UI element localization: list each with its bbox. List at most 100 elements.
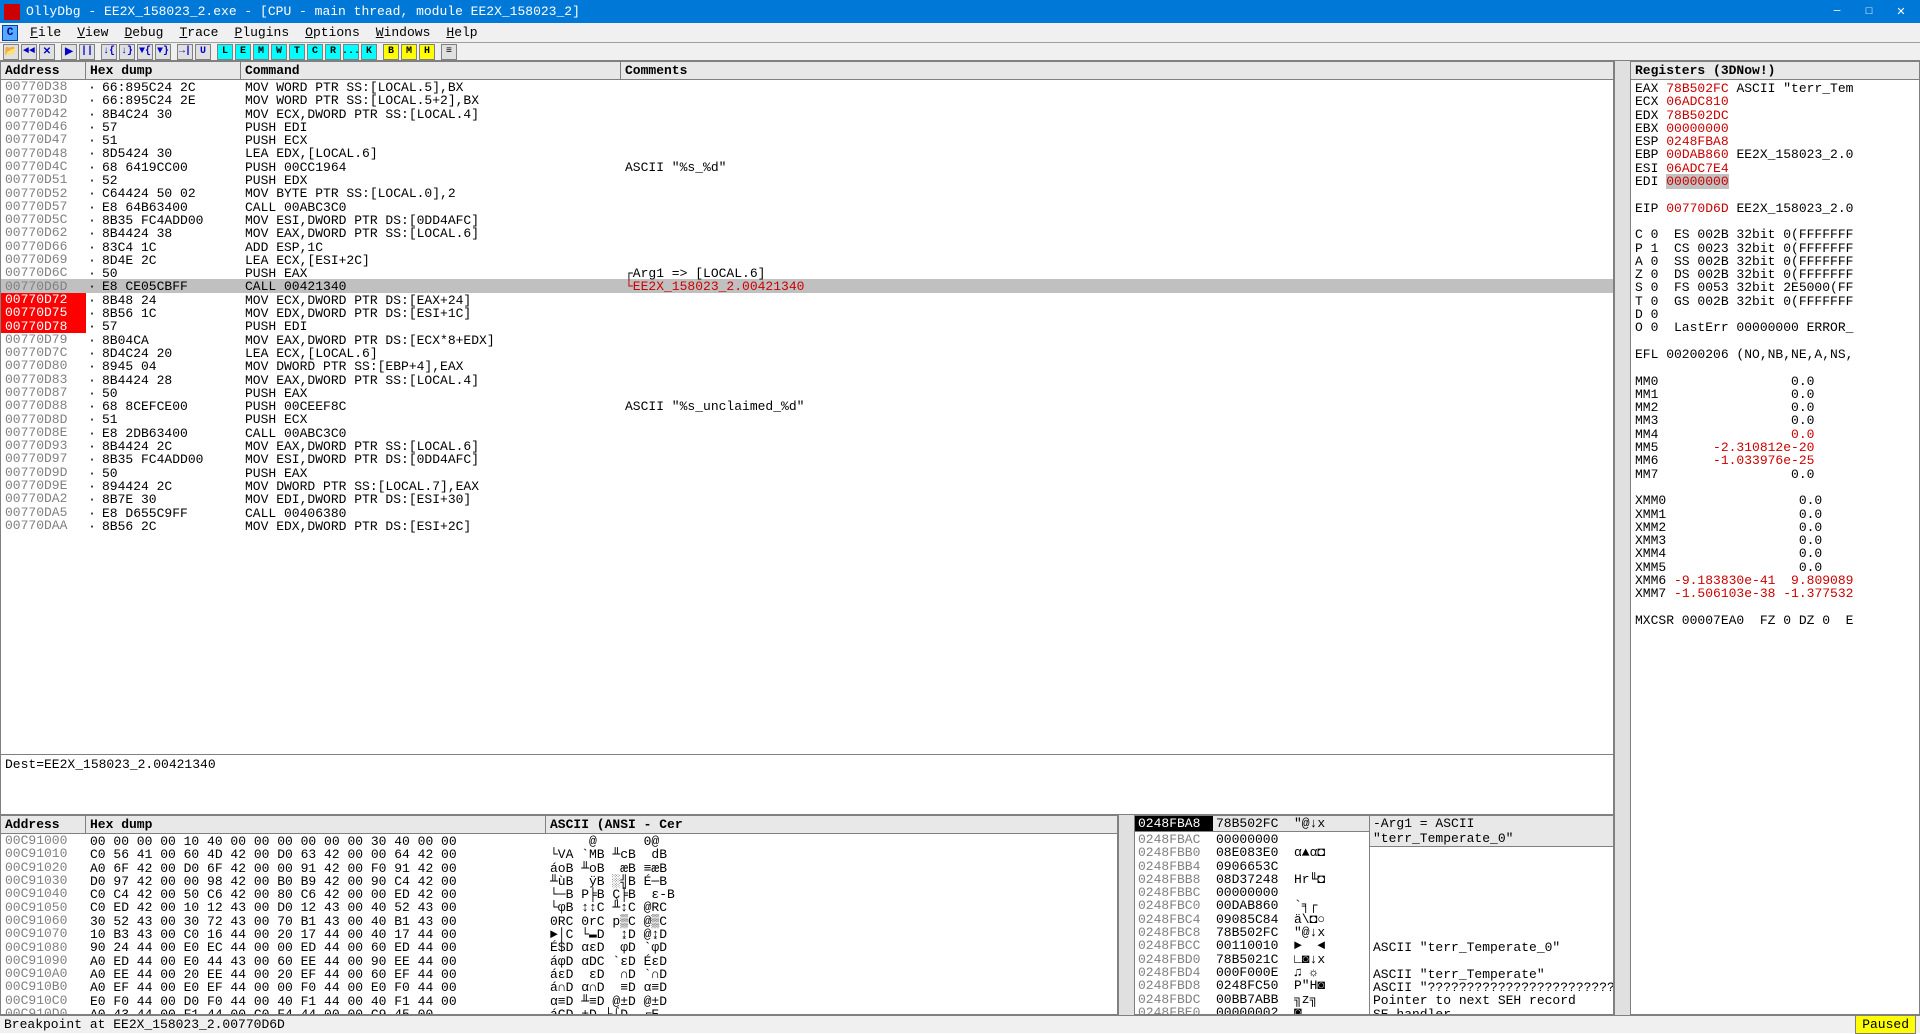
dump-header-ascii[interactable]: ASCII (ANSI - Cer — [546, 816, 1117, 833]
stack-row[interactable]: 0248FBB40906653C — [1135, 859, 1369, 872]
tb-options-icon[interactable]: ≡ — [441, 44, 457, 60]
col-header-command[interactable]: Command — [241, 62, 621, 79]
disasm-row[interactable]: 00770D97·8B35 FC4ADD00MOV ESI,DWORD PTR … — [1, 452, 1613, 465]
disasm-row[interactable]: 00770D3D·66:895C24 2EMOV WORD PTR SS:[LO… — [1, 93, 1613, 106]
disasm-row[interactable]: 00770D42·8B4C24 30MOV ECX,DWORD PTR SS:[… — [1, 107, 1613, 120]
cpu-disassembly-pane[interactable]: Address Hex dump Command Comments 00770D… — [0, 61, 1614, 815]
dump-row[interactable]: 00C9100000 00 00 00 10 40 00 00 00 00 00… — [1, 834, 1117, 847]
stack-row[interactable]: 0248FBE000000002◙ — [1135, 1005, 1369, 1014]
disasm-row[interactable]: 00770D6D·E8 CE05CBFFCALL 00421340└EE2X_1… — [1, 279, 1613, 292]
dump-row[interactable]: 00C91010C0 56 41 00 60 4D 42 00 D0 63 42… — [1, 847, 1117, 860]
stack-row[interactable]: 0248FBB008E083E0α▲α◘ — [1135, 845, 1369, 858]
menu-options[interactable]: Options — [297, 23, 368, 42]
dump-header-hex[interactable]: Hex dump — [86, 816, 546, 833]
minimize-button[interactable]: ─ — [1822, 2, 1852, 22]
dump-row[interactable]: 00C91040C0 C4 42 00 50 C6 42 00 80 C6 42… — [1, 887, 1117, 900]
tb-stepover-icon[interactable]: ↓} — [119, 44, 135, 60]
disasm-row[interactable]: 00770D9D·50PUSH EAX — [1, 466, 1613, 479]
dump-row[interactable]: 00C9107010 B3 43 00 C0 16 44 00 20 17 44… — [1, 927, 1117, 940]
tb-close-icon[interactable]: ✕ — [39, 44, 55, 60]
tb-pause-icon[interactable]: || — [79, 44, 95, 60]
dump-row[interactable]: 00C910B0A0 EF 44 00 E0 EF 44 00 00 F0 44… — [1, 980, 1117, 993]
menu-view[interactable]: View — [69, 23, 116, 42]
dump-row[interactable]: 00C91050C0 ED 42 00 10 12 43 00 D0 12 43… — [1, 900, 1117, 913]
disasm-row[interactable]: 00770D6C·50PUSH EAX┌Arg1 => [LOCAL.6] — [1, 266, 1613, 279]
dump-scrollbar[interactable] — [1118, 815, 1134, 1015]
menu-file[interactable]: File — [22, 23, 69, 42]
tb-traceover-icon[interactable]: ▼} — [155, 44, 171, 60]
tb-btn-m[interactable]: M — [253, 44, 269, 60]
stack-row[interactable]: 0248FBCC00110010► ◄ — [1135, 938, 1369, 951]
stack-row[interactable]: 0248FBC878B502FC"@↓x — [1135, 925, 1369, 938]
registers-pane[interactable]: Registers (3DNow!) EAX 78B502FC ASCII "t… — [1630, 61, 1920, 1015]
stack-row[interactable]: 0248FBAC00000000 — [1135, 832, 1369, 845]
menu-windows[interactable]: Windows — [368, 23, 439, 42]
disasm-row[interactable]: 00770DA2·8B7E 30MOV EDI,DWORD PTR DS:[ES… — [1, 492, 1613, 505]
disasm-row[interactable]: 00770D48·8D5424 30LEA EDX,[LOCAL.6] — [1, 146, 1613, 159]
disasm-row[interactable]: 00770DAA·8B56 2CMOV EDX,DWORD PTR DS:[ES… — [1, 519, 1613, 532]
tb-btn-e[interactable]: E — [235, 44, 251, 60]
disasm-row[interactable]: 00770D66·83C4 1CADD ESP,1C — [1, 240, 1613, 253]
tb-btn-c[interactable]: C — [307, 44, 323, 60]
disasm-row[interactable]: 00770D7C·8D4C24 20LEA ECX,[LOCAL.6] — [1, 346, 1613, 359]
stack-row[interactable]: 0248FBD078B5021C∟◙↓x — [1135, 952, 1369, 965]
disasm-row[interactable]: 00770D93·8B4424 2CMOV EAX,DWORD PTR SS:[… — [1, 439, 1613, 452]
stack-row[interactable]: 0248FBDC00BB7ABB╗z╗ — [1135, 992, 1369, 1005]
tb-btn-l[interactable]: L — [217, 44, 233, 60]
tb-btn-...[interactable]: ... — [343, 44, 359, 60]
tb-btn-h[interactable]: H — [419, 44, 435, 60]
disasm-row[interactable]: 00770D80·8945 04MOV DWORD PTR SS:[EBP+4]… — [1, 359, 1613, 372]
stack-row[interactable]: 0248FBD80248FC50P"H◙ — [1135, 978, 1369, 991]
col-header-hexdump[interactable]: Hex dump — [86, 62, 241, 79]
dump-row[interactable]: 00C91090A0 ED 44 00 E0 44 43 00 60 EE 44… — [1, 954, 1117, 967]
mdi-icon[interactable]: C — [2, 25, 18, 41]
stack-row[interactable]: 0248FBC000DAB860`╕┌ — [1135, 898, 1369, 911]
disasm-row[interactable]: 00770D87·50PUSH EAX — [1, 386, 1613, 399]
tb-run-icon[interactable]: ▶ — [61, 44, 77, 60]
stack-row[interactable]: 0248FBD4000F000E♫ ☼ — [1135, 965, 1369, 978]
disasm-row[interactable]: 00770D47·51PUSH ECX — [1, 133, 1613, 146]
menu-plugins[interactable]: Plugins — [227, 23, 298, 42]
disasm-row[interactable]: 00770D8D·51PUSH ECX — [1, 412, 1613, 425]
dump-row[interactable]: 00C9106030 52 43 00 30 72 43 00 70 B1 43… — [1, 914, 1117, 927]
disasm-row[interactable]: 00770D8E·E8 2DB63400CALL 00ABC3C0 — [1, 426, 1613, 439]
disasm-row[interactable]: 00770D51·52PUSH EDX — [1, 173, 1613, 186]
stack-pane[interactable]: 0248FBA8 78B502FC "@↓x 0248FBAC000000000… — [1134, 815, 1614, 1015]
disasm-row[interactable]: 00770D62·8B4424 38MOV EAX,DWORD PTR SS:[… — [1, 226, 1613, 239]
tb-btn-k[interactable]: K — [361, 44, 377, 60]
disasm-row[interactable]: 00770D5C·8B35 FC4ADD00MOV ESI,DWORD PTR … — [1, 213, 1613, 226]
dump-row[interactable]: 00C9108090 24 44 00 E0 EC 44 00 00 ED 44… — [1, 940, 1117, 953]
stack-row[interactable]: 0248FBB808D37248Hr╙◘ — [1135, 872, 1369, 885]
cpu-scrollbar[interactable] — [1614, 61, 1630, 1015]
stack-row[interactable]: 0248FBBC00000000 — [1135, 885, 1369, 898]
disasm-row[interactable]: 00770D38·66:895C24 2CMOV WORD PTR SS:[LO… — [1, 80, 1613, 93]
dump-row[interactable]: 00C910D0A0 43 44 00 F1 44 00 C0 F4 44 00… — [1, 1007, 1117, 1014]
dump-header-address[interactable]: Address — [1, 816, 86, 833]
disasm-row[interactable]: 00770D46·57PUSH EDI — [1, 120, 1613, 133]
tb-tillret-icon[interactable]: →| — [177, 44, 193, 60]
dump-row[interactable]: 00C910A0A0 EE 44 00 20 EE 44 00 20 EF 44… — [1, 967, 1117, 980]
hex-dump-pane[interactable]: Address Hex dump ASCII (ANSI - Cer 00C91… — [0, 815, 1118, 1015]
menu-trace[interactable]: Trace — [171, 23, 226, 42]
tb-btn-r[interactable]: R — [325, 44, 341, 60]
tb-tilluser-icon[interactable]: U — [195, 44, 211, 60]
tb-btn-w[interactable]: W — [271, 44, 287, 60]
dump-row[interactable]: 00C91030D0 97 42 00 00 98 42 00 B0 B9 42… — [1, 874, 1117, 887]
stack-row[interactable]: 0248FBC409085C84ä\◘○ — [1135, 912, 1369, 925]
menu-debug[interactable]: Debug — [116, 23, 171, 42]
menu-help[interactable]: Help — [438, 23, 485, 42]
disasm-row[interactable]: 00770D88·68 8CEFCE00PUSH 00CEEF8CASCII "… — [1, 399, 1613, 412]
disasm-row[interactable]: 00770D83·8B4424 28MOV EAX,DWORD PTR SS:[… — [1, 373, 1613, 386]
close-button[interactable]: ✕ — [1886, 2, 1916, 22]
disasm-row[interactable]: 00770DA5·E8 D655C9FFCALL 00406380 — [1, 506, 1613, 519]
tb-open-icon[interactable]: 📂 — [3, 44, 19, 60]
disasm-row[interactable]: 00770D52·C64424 50 02MOV BYTE PTR SS:[LO… — [1, 186, 1613, 199]
disasm-row[interactable]: 00770D69·8D4E 2CLEA ECX,[ESI+2C] — [1, 253, 1613, 266]
col-header-comments[interactable]: Comments — [621, 62, 1613, 79]
disasm-row[interactable]: 00770D9E·894424 2CMOV DWORD PTR SS:[LOCA… — [1, 479, 1613, 492]
dump-row[interactable]: 00C91020A0 6F 42 00 D0 6F 42 00 00 91 42… — [1, 861, 1117, 874]
dump-row[interactable]: 00C910C0E0 F0 44 00 D0 F0 44 00 40 F1 44… — [1, 994, 1117, 1007]
tb-btn-m[interactable]: M — [401, 44, 417, 60]
disasm-row[interactable]: 00770D72·8B48 24MOV ECX,DWORD PTR DS:[EA… — [1, 293, 1613, 306]
tb-btn-b[interactable]: B — [383, 44, 399, 60]
